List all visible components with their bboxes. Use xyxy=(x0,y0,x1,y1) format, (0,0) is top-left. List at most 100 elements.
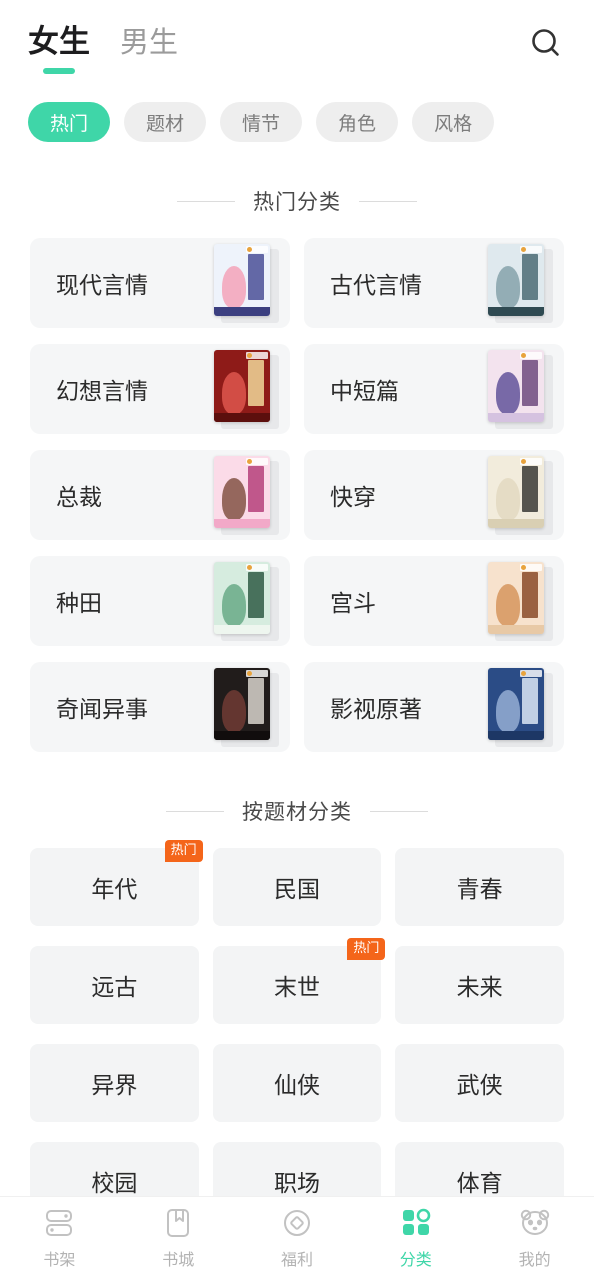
genre-tag[interactable]: 末世 热门 xyxy=(212,938,386,1024)
book-cover-thumbnail xyxy=(488,350,553,429)
nav-item-category-grid[interactable]: 分类 xyxy=(356,1207,475,1270)
nav-item-bookshelf[interactable]: 书架 xyxy=(0,1207,119,1270)
genre-tag[interactable]: 异界 xyxy=(30,1044,199,1122)
cover-publisher-badge xyxy=(520,564,542,571)
nav-item-panda-profile[interactable]: 我的 xyxy=(475,1207,594,1270)
cover-figure xyxy=(496,372,520,414)
filter-pill-style[interactable]: 风格 xyxy=(412,102,495,142)
filter-pill-theme[interactable]: 题材 xyxy=(124,102,207,142)
genre-tag[interactable]: 民国 xyxy=(212,848,382,926)
category-card-label: 种田 xyxy=(56,591,102,617)
category-card-label: 幻想言情 xyxy=(56,379,148,405)
nav-item-bookstore[interactable]: 书城 xyxy=(119,1207,238,1270)
cover-footer-band xyxy=(488,519,544,528)
book-cover-thumbnail xyxy=(214,350,279,429)
cover-footer-band xyxy=(488,307,544,316)
filter-pill-hot[interactable]: 热门 xyxy=(28,102,111,142)
cover-title-strip xyxy=(248,360,264,406)
gender-tab-male[interactable]: 男生 xyxy=(120,24,179,61)
category-card[interactable]: 现代言情 xyxy=(30,238,290,328)
category-card[interactable]: 总裁 xyxy=(30,450,290,540)
cover-figure xyxy=(496,690,520,732)
category-grid-icon xyxy=(399,1207,433,1239)
genre-tag[interactable]: 远古 xyxy=(30,946,199,1024)
cover-footer-band xyxy=(214,413,270,422)
search-button[interactable] xyxy=(522,20,570,68)
filter-pill-role-label: 角色 xyxy=(338,112,377,135)
genre-tag-label: 远古 xyxy=(30,946,199,1024)
cover-title-strip xyxy=(522,572,538,618)
nav-item-welfare-diamond[interactable]: 福利 xyxy=(238,1207,357,1270)
filter-pill-plot[interactable]: 情节 xyxy=(220,102,303,142)
divider-line-right xyxy=(359,200,417,202)
category-card[interactable]: 种田 xyxy=(30,556,290,646)
genre-tag[interactable]: 青春 xyxy=(395,848,564,926)
cover-art xyxy=(214,562,270,634)
cover-footer-band xyxy=(214,625,270,634)
bookshelf-icon xyxy=(42,1207,76,1239)
hot-category-grid: 现代言情 古代言情幻想言情 中短篇总裁 快穿种田 宫斗奇闻异事 影视原著 xyxy=(0,238,594,752)
cover-footer-band xyxy=(488,731,544,740)
cover-publisher-badge xyxy=(246,246,268,253)
filter-pill-theme-label: 题材 xyxy=(146,112,185,135)
category-card[interactable]: 影视原著 xyxy=(304,662,564,752)
nav-item-label: 福利 xyxy=(280,1250,313,1269)
genre-tag[interactable]: 年代 热门 xyxy=(30,840,203,926)
category-card-label: 奇闻异事 xyxy=(56,697,148,723)
book-cover-thumbnail xyxy=(488,244,553,323)
book-cover-thumbnail xyxy=(214,244,279,323)
cover-footer-band xyxy=(214,731,270,740)
gender-tab-female[interactable]: 女生 xyxy=(28,26,90,74)
category-page: 女生 男生 热门 题材 情节 角色 风格 热门分类 现代言情 古代言情 幻想言情… xyxy=(0,0,594,1280)
book-cover-thumbnail xyxy=(214,562,279,641)
category-card[interactable]: 快穿 xyxy=(304,450,564,540)
book-cover-thumbnail xyxy=(488,562,553,641)
category-card-label: 快穿 xyxy=(330,485,376,511)
cover-figure xyxy=(496,478,520,520)
genre-tag[interactable]: 体育 xyxy=(395,1142,564,1197)
hot-badge: 热门 xyxy=(164,840,203,862)
page-scroll-area[interactable]: 女生 男生 热门 题材 情节 角色 风格 热门分类 现代言情 古代言情 幻想言情… xyxy=(0,0,594,1197)
category-card-label: 总裁 xyxy=(56,485,102,511)
cover-footer-band xyxy=(214,519,270,528)
category-card-label: 现代言情 xyxy=(56,273,148,299)
category-card[interactable]: 幻想言情 xyxy=(30,344,290,434)
genre-tag[interactable]: 未来 xyxy=(395,946,564,1024)
category-card-label: 古代言情 xyxy=(330,273,422,299)
category-card[interactable]: 奇闻异事 xyxy=(30,662,290,752)
genre-tag[interactable]: 职场 xyxy=(212,1142,382,1197)
active-tab-underline xyxy=(43,67,75,74)
cover-art xyxy=(488,668,544,740)
cover-title-strip xyxy=(522,254,538,300)
gender-tab-male-label: 男生 xyxy=(120,24,179,59)
gender-tab-bar: 女生 男生 xyxy=(28,24,179,74)
cover-title-strip xyxy=(248,572,264,618)
divider-line-right xyxy=(370,810,428,812)
cover-publisher-badge xyxy=(520,458,542,465)
cover-art xyxy=(214,244,270,316)
filter-pill-hot-label: 热门 xyxy=(50,112,89,135)
genre-section-title: 按题材分类 xyxy=(242,800,352,824)
genre-tag[interactable]: 武侠 xyxy=(395,1044,564,1122)
welfare-diamond-icon xyxy=(280,1207,314,1239)
genre-tag-label: 青春 xyxy=(395,848,564,926)
genre-section-header: 按题材分类 xyxy=(0,796,594,826)
cover-title-strip xyxy=(248,466,264,512)
panda-profile-icon xyxy=(518,1207,552,1239)
genre-tag[interactable]: 仙侠 xyxy=(212,1044,382,1122)
cover-publisher-badge xyxy=(246,352,268,359)
divider-line-left xyxy=(177,200,235,202)
cover-footer-band xyxy=(488,413,544,422)
category-card[interactable]: 中短篇 xyxy=(304,344,564,434)
category-card[interactable]: 古代言情 xyxy=(304,238,564,328)
cover-publisher-badge xyxy=(246,564,268,571)
filter-pill-role[interactable]: 角色 xyxy=(316,102,399,142)
genre-tag[interactable]: 校园 xyxy=(30,1142,199,1197)
category-card[interactable]: 宫斗 xyxy=(304,556,564,646)
category-card-label: 中短篇 xyxy=(330,379,399,405)
cover-footer-band xyxy=(488,625,544,634)
cover-art xyxy=(214,668,270,740)
cover-art xyxy=(488,456,544,528)
cover-publisher-badge xyxy=(520,246,542,253)
book-cover-thumbnail xyxy=(214,456,279,535)
